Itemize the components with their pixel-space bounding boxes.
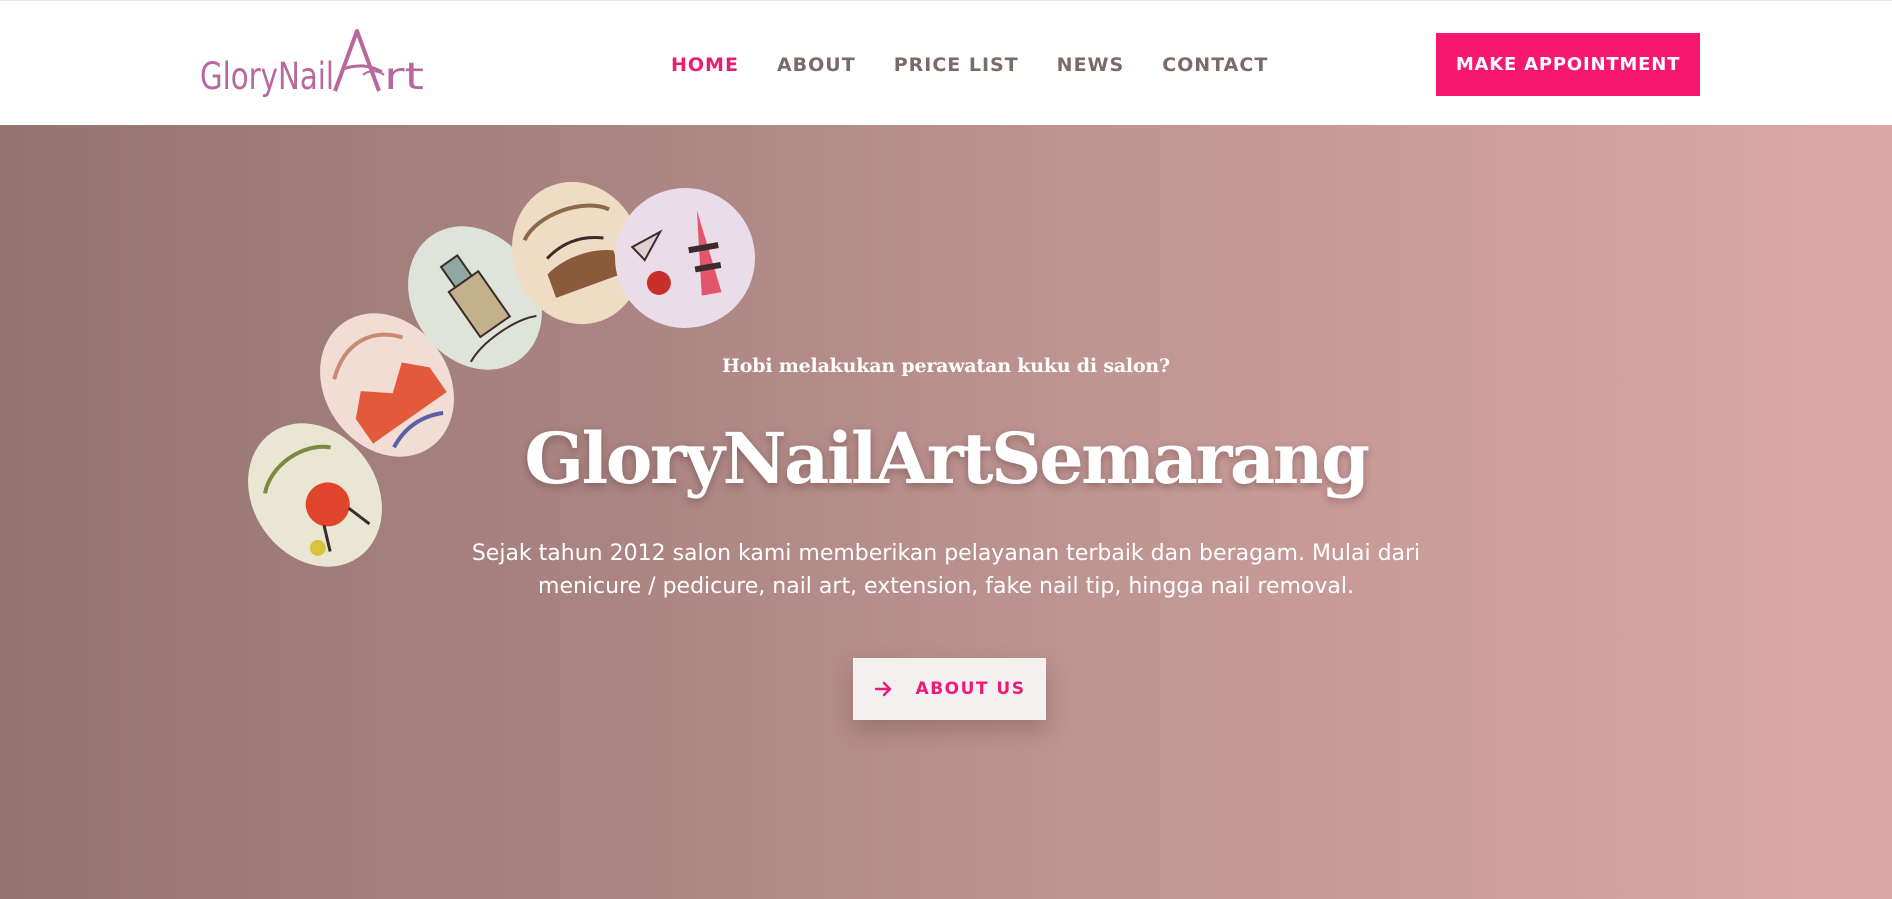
- make-appointment-button[interactable]: MAKE APPOINTMENT: [1436, 33, 1700, 96]
- nav-item-contact[interactable]: CONTACT: [1162, 54, 1268, 76]
- nav-item-about[interactable]: ABOUT: [777, 54, 856, 76]
- hero-title: GloryNailArtSemarang: [524, 417, 1370, 500]
- main-nav: HOME ABOUT PRICE LIST NEWS CONTACT: [671, 51, 1268, 79]
- nav-item-news[interactable]: NEWS: [1057, 54, 1125, 76]
- hero-section: Hobi melakukan perawatan kuku di salon? …: [0, 125, 1892, 899]
- hero-description: Sejak tahun 2012 salon kami memberikan p…: [471, 541, 1421, 599]
- svg-text:rt: rt: [384, 55, 424, 98]
- about-us-button[interactable]: ABOUT US: [853, 658, 1046, 720]
- arrow-right-icon: [874, 681, 891, 697]
- hero-kicker: Hobi melakukan perawatan kuku di salon?: [722, 355, 1170, 377]
- svg-text:GloryNail: GloryNail: [200, 55, 334, 98]
- nav-item-price-list[interactable]: PRICE LIST: [894, 54, 1019, 76]
- nav-item-home[interactable]: HOME: [671, 54, 739, 76]
- site-header: GloryNail rt HOME ABOUT PRICE LIST NEWS …: [0, 0, 1892, 125]
- site-logo[interactable]: GloryNail rt: [198, 25, 428, 105]
- glorynailart-logo-icon: GloryNail rt: [200, 29, 424, 98]
- about-us-label: ABOUT US: [915, 679, 1026, 699]
